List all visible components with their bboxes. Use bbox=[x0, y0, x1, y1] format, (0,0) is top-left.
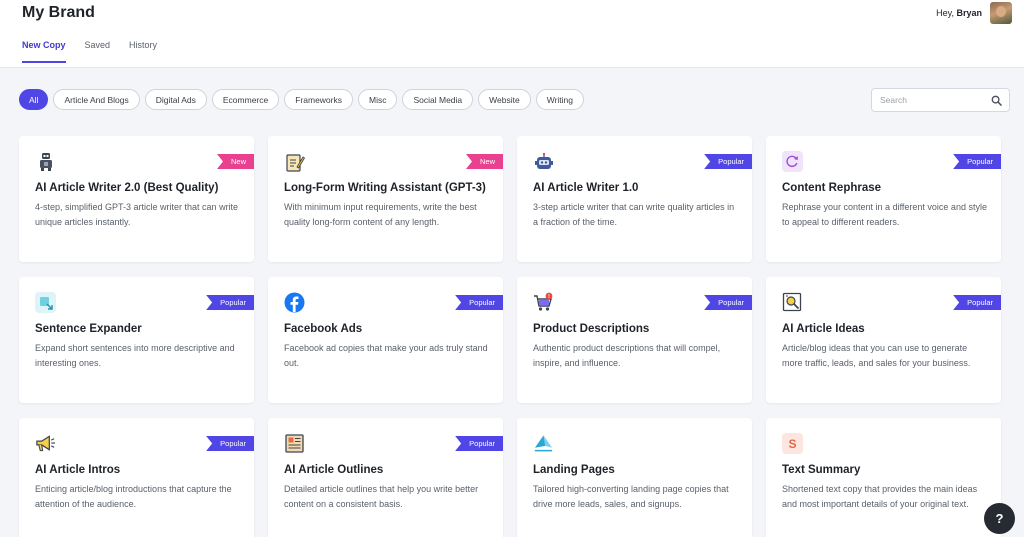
card-title: AI Article Writer 2.0 (Best Quality) bbox=[35, 182, 219, 194]
shopping-cart-icon: ! bbox=[533, 292, 554, 313]
filter-website[interactable]: Website bbox=[478, 89, 531, 110]
expand-icon bbox=[35, 292, 56, 313]
tab-saved[interactable]: Saved bbox=[85, 40, 111, 63]
user-menu[interactable]: Hey, Bryan bbox=[936, 2, 1012, 24]
category-filters: All Article And Blogs Digital Ads Ecomme… bbox=[19, 89, 585, 110]
template-grid: New AI Article Writer 2.0 (Best Quality)… bbox=[19, 136, 1001, 537]
popular-badge: Popular bbox=[206, 436, 254, 451]
popular-badge: Popular bbox=[953, 154, 1001, 169]
template-card-ai-article-writer-2[interactable]: New AI Article Writer 2.0 (Best Quality)… bbox=[19, 136, 254, 262]
robot-icon bbox=[35, 151, 56, 172]
card-title: Long-Form Writing Assistant (GPT-3) bbox=[284, 182, 486, 194]
template-card-long-form-writing-assistant[interactable]: New Long-Form Writing Assistant (GPT-3) … bbox=[268, 136, 503, 262]
filter-ecommerce[interactable]: Ecommerce bbox=[211, 89, 280, 110]
card-description: 3-step article writer that can write qua… bbox=[533, 202, 735, 227]
card-title: Landing Pages bbox=[533, 464, 615, 476]
popular-badge: Popular bbox=[206, 295, 254, 310]
template-card-ai-article-outlines[interactable]: Popular AI Article Outlines Detailed art… bbox=[268, 418, 503, 537]
search-box bbox=[871, 88, 1010, 112]
refresh-icon bbox=[782, 151, 803, 172]
template-card-content-rephrase[interactable]: Popular Content Rephrase Rephrase your c… bbox=[766, 136, 1001, 262]
new-badge: New bbox=[465, 154, 503, 169]
popular-badge: Popular bbox=[953, 295, 1001, 310]
card-title: Product Descriptions bbox=[533, 323, 650, 335]
top-bar: My Brand Hey, Bryan New Copy Saved Histo… bbox=[0, 0, 1024, 68]
card-description: Enticing article/blog introductions that… bbox=[35, 484, 232, 509]
tab-new-copy[interactable]: New Copy bbox=[22, 40, 66, 63]
template-card-ai-article-intros[interactable]: Popular AI Article Intros Enticing artic… bbox=[19, 418, 254, 537]
filter-frameworks[interactable]: Frameworks bbox=[284, 89, 353, 110]
card-title: AI Article Outlines bbox=[284, 464, 384, 476]
filter-social-media[interactable]: Social Media bbox=[402, 89, 474, 110]
filter-article-and-blogs[interactable]: Article And Blogs bbox=[53, 89, 140, 110]
search-input[interactable] bbox=[880, 95, 991, 105]
card-description: Expand short sentences into more descrip… bbox=[35, 343, 235, 368]
card-description: Detailed article outlines that help you … bbox=[284, 484, 479, 509]
filter-writing[interactable]: Writing bbox=[535, 89, 585, 110]
card-title: Facebook Ads bbox=[284, 323, 363, 335]
card-description: Shortened text copy that provides the ma… bbox=[782, 484, 978, 509]
card-title: Text Summary bbox=[782, 464, 861, 476]
template-card-text-summary[interactable]: S Text Summary Shortened text copy that … bbox=[766, 418, 1001, 537]
card-description: With minimum input requirements, write t… bbox=[284, 202, 477, 227]
card-title: AI Article Writer 1.0 bbox=[533, 182, 639, 194]
robot-head-icon bbox=[533, 151, 554, 172]
card-description: Rephrase your content in a different voi… bbox=[782, 202, 987, 227]
card-title: Sentence Expander bbox=[35, 323, 142, 335]
card-description: Authentic product descriptions that will… bbox=[533, 343, 721, 368]
copy-tabs: New Copy Saved History bbox=[22, 40, 157, 63]
card-description: 4-step, simplified GPT-3 article writer … bbox=[35, 202, 239, 227]
brand-title: My Brand bbox=[22, 4, 95, 21]
template-card-ai-article-ideas[interactable]: Popular AI Article Ideas Article/blog id… bbox=[766, 277, 1001, 403]
tab-history[interactable]: History bbox=[129, 40, 157, 63]
search-icon[interactable] bbox=[991, 94, 1002, 106]
new-badge: New bbox=[216, 154, 254, 169]
user-greeting: Hey, Bryan bbox=[936, 8, 982, 18]
card-title: AI Article Intros bbox=[35, 464, 121, 476]
help-button[interactable]: ? bbox=[984, 503, 1015, 534]
summary-icon: S bbox=[782, 433, 803, 454]
card-description: Article/blog ideas that you can use to g… bbox=[782, 343, 971, 368]
popular-badge: Popular bbox=[455, 295, 503, 310]
template-card-ai-article-writer-1[interactable]: Popular AI Article Writer 1.0 3-step art… bbox=[517, 136, 752, 262]
notepad-pencil-icon bbox=[284, 151, 305, 172]
newspaper-icon bbox=[284, 433, 305, 454]
card-description: Tailored high-converting landing page co… bbox=[533, 484, 729, 509]
popular-badge: Popular bbox=[704, 295, 752, 310]
paper-plane-icon bbox=[533, 433, 554, 454]
template-card-facebook-ads[interactable]: Popular Facebook Ads Facebook ad copies … bbox=[268, 277, 503, 403]
megaphone-icon bbox=[35, 433, 56, 454]
facebook-icon bbox=[284, 292, 305, 313]
card-title: Content Rephrase bbox=[782, 182, 882, 194]
card-description: Facebook ad copies that make your ads tr… bbox=[284, 343, 488, 368]
avatar[interactable] bbox=[990, 2, 1012, 24]
filter-digital-ads[interactable]: Digital Ads bbox=[144, 89, 207, 110]
template-card-sentence-expander[interactable]: Popular Sentence Expander Expand short s… bbox=[19, 277, 254, 403]
svg-text:S: S bbox=[788, 437, 796, 451]
popular-badge: Popular bbox=[455, 436, 503, 451]
popular-badge: Popular bbox=[704, 154, 752, 169]
template-card-landing-pages[interactable]: Landing Pages Tailored high-converting l… bbox=[517, 418, 752, 537]
card-title: AI Article Ideas bbox=[782, 323, 865, 335]
filter-all[interactable]: All bbox=[19, 89, 49, 110]
idea-search-icon bbox=[782, 292, 803, 313]
filter-misc[interactable]: Misc bbox=[358, 89, 398, 110]
template-card-product-descriptions[interactable]: Popular ! Product Descriptions Authentic… bbox=[517, 277, 752, 403]
